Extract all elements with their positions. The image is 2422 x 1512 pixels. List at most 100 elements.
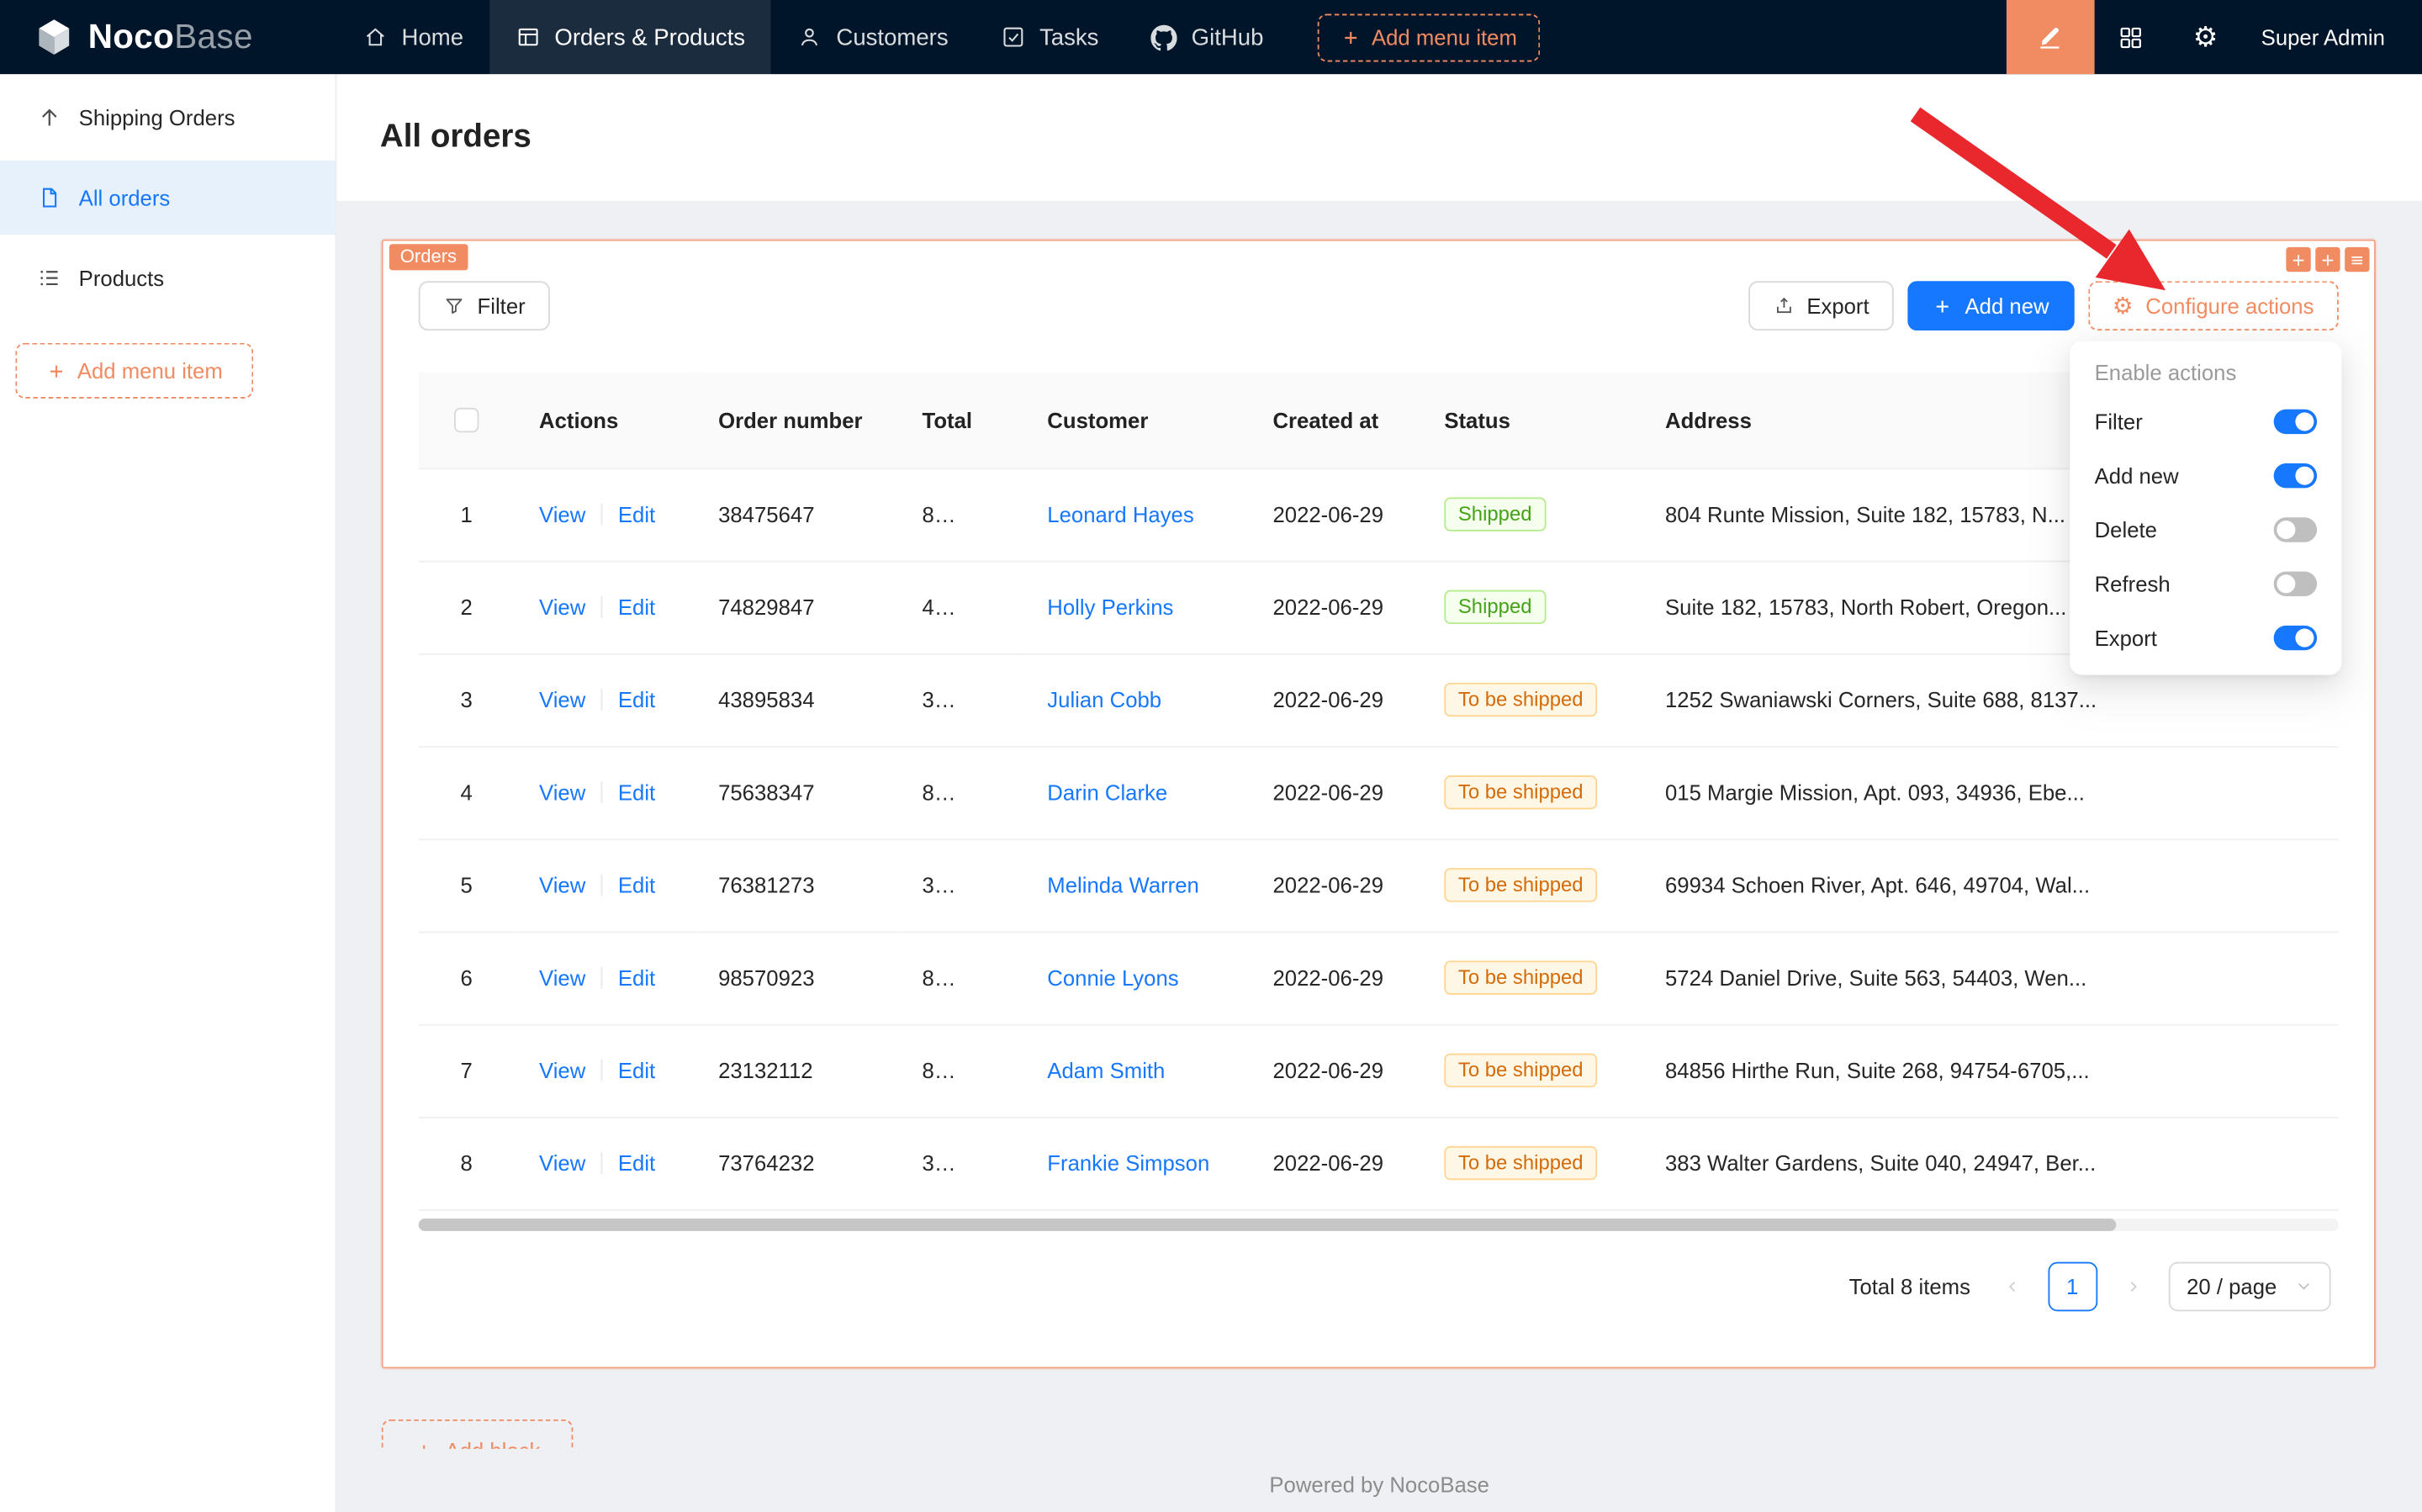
view-link[interactable]: View <box>539 873 585 897</box>
edit-link[interactable]: Edit <box>618 965 655 990</box>
customer-cell: Leonard Hayes <box>1023 468 1248 561</box>
customer-link[interactable]: Julian Cobb <box>1047 687 1161 711</box>
view-link[interactable]: View <box>539 1150 585 1175</box>
view-link[interactable]: View <box>539 687 585 711</box>
brand-logo[interactable]: NocoBase <box>0 0 336 74</box>
customer-link[interactable]: Connie Lyons <box>1047 965 1178 990</box>
select-all-checkbox[interactable] <box>454 409 479 433</box>
dropdown-item-refresh[interactable]: Refresh <box>2076 556 2336 610</box>
refresh-toggle[interactable] <box>2274 571 2317 595</box>
nav-item-label: Home <box>402 24 463 50</box>
sidebar-item-shipping-orders[interactable]: Shipping Orders <box>0 81 336 155</box>
user-menu[interactable]: Super Admin <box>2243 24 2422 49</box>
total-cell: 84.00 <box>897 932 1023 1024</box>
sidebar-item-all-orders[interactable]: All orders <box>0 161 336 235</box>
add-block-above-icon[interactable]: + <box>2286 247 2310 272</box>
view-link[interactable]: View <box>539 965 585 990</box>
customer-link[interactable]: Melinda Warren <box>1047 873 1199 897</box>
nav-item-customers[interactable]: Customers <box>771 0 975 74</box>
settings-button[interactable]: ⚙ <box>2168 0 2242 74</box>
export-toggle[interactable] <box>2274 625 2317 649</box>
plugin-blocks-button[interactable] <box>2094 0 2168 74</box>
view-link[interactable]: View <box>539 595 585 619</box>
edit-link[interactable]: Edit <box>618 780 655 805</box>
edit-link[interactable]: Edit <box>618 1150 655 1175</box>
filter-toggle[interactable] <box>2274 409 2317 433</box>
row-actions: View Edit <box>515 838 694 931</box>
row-actions: View Edit <box>515 1117 694 1209</box>
horizontal-scrollbar-thumb[interactable] <box>419 1218 2116 1230</box>
customer-link[interactable]: Leonard Hayes <box>1047 502 1193 526</box>
pagination: Total 8 items 1 20 / page <box>383 1230 2375 1311</box>
customer-link[interactable]: Adam Smith <box>1047 1058 1165 1082</box>
add-menu-item-button-navbar[interactable]: Add menu item <box>1318 13 1541 61</box>
address-cell: 5724 Daniel Drive, Suite 563, 54403, Wen… <box>1641 932 2339 1024</box>
plus-icon <box>1933 296 1953 316</box>
status-badge: To be shipped <box>1444 1146 1597 1180</box>
column-header-order-number: Order number <box>694 373 897 468</box>
total-cell: 453.00 <box>897 561 1023 653</box>
customer-link[interactable]: Holly Perkins <box>1047 595 1173 619</box>
nav-item-label: Tasks <box>1039 24 1098 50</box>
edit-link[interactable]: Edit <box>618 502 655 526</box>
page-size-select[interactable]: 20 / page <box>2168 1261 2331 1311</box>
ui-editor-button[interactable] <box>2007 0 2095 74</box>
nav-item-github[interactable]: GitHub <box>1125 0 1290 74</box>
created-at-cell: 2022-06-29 <box>1248 932 1420 1024</box>
total-cell: 85.34 <box>897 468 1023 561</box>
top-navbar: NocoBase Home Orders & Products Customer… <box>0 0 2422 74</box>
dropdown-item-export[interactable]: Export <box>2076 611 2336 664</box>
gear-icon: ⚙ <box>2193 21 2218 54</box>
page-number-button[interactable]: 1 <box>2048 1261 2097 1311</box>
action-divider <box>601 781 603 803</box>
status-cell: Shipped <box>1420 561 1641 653</box>
add-block-below-icon[interactable]: + <box>2315 247 2340 272</box>
dropdown-item-filter[interactable]: Filter <box>2076 394 2336 447</box>
order-number-cell: 43895834 <box>694 653 897 746</box>
nav-item-home[interactable]: Home <box>336 0 489 74</box>
edit-link[interactable]: Edit <box>618 1058 655 1082</box>
add-menu-item-button-sidebar[interactable]: Add menu item <box>15 343 253 399</box>
customer-link[interactable]: Darin Clarke <box>1047 780 1167 805</box>
total-cell: 321.00 <box>897 653 1023 746</box>
nav-item-orders-products[interactable]: Orders & Products <box>489 0 771 74</box>
filter-button-label: Filter <box>478 293 526 318</box>
block-designer-toolbar: + + ≡ <box>2286 247 2369 272</box>
next-page-button[interactable] <box>2111 1261 2154 1311</box>
status-badge: To be shipped <box>1444 683 1597 716</box>
edit-link[interactable]: Edit <box>618 595 655 619</box>
add-new-button[interactable]: Add new <box>1908 281 2074 330</box>
table-row: 2 ViewEdit 74829847 453.00 Holly Perkins… <box>419 561 2339 653</box>
row-actions: View Edit <box>515 1024 694 1117</box>
sidebar-item-products[interactable]: Products <box>0 241 336 315</box>
file-icon <box>37 185 61 209</box>
prev-page-button[interactable] <box>1991 1261 2033 1311</box>
status-cell: Shipped <box>1420 468 1641 561</box>
export-button[interactable]: Export <box>1748 281 1895 330</box>
edit-link[interactable]: Edit <box>618 873 655 897</box>
created-at-cell: 2022-06-29 <box>1248 561 1420 653</box>
address-cell: 015 Margie Mission, Apt. 093, 34936, Ebe… <box>1641 746 2339 838</box>
add-new-toggle[interactable] <box>2274 463 2317 487</box>
footer-text: Powered by NocoBase <box>336 1472 2422 1496</box>
view-link[interactable]: View <box>539 780 585 805</box>
brand-name-light: Base <box>174 17 253 56</box>
dropdown-item-add-new[interactable]: Add new <box>2076 448 2336 502</box>
column-header-actions: Actions <box>515 373 694 468</box>
block-menu-icon[interactable]: ≡ <box>2345 247 2369 272</box>
view-link[interactable]: View <box>539 1058 585 1082</box>
block-designer-tag: Orders <box>389 244 468 270</box>
edit-link[interactable]: Edit <box>618 687 655 711</box>
configure-actions-button[interactable]: ⚙ Configure actions <box>2088 281 2339 330</box>
column-header-status: Status <box>1420 373 1641 468</box>
delete-toggle[interactable] <box>2274 516 2317 541</box>
view-link[interactable]: View <box>539 502 585 526</box>
filter-button[interactable]: Filter <box>419 281 550 330</box>
customer-link[interactable]: Frankie Simpson <box>1047 1150 1209 1175</box>
created-at-cell: 2022-06-29 <box>1248 838 1420 931</box>
row-index: 3 <box>419 653 515 746</box>
dropdown-item-delete[interactable]: Delete <box>2076 502 2336 556</box>
total-cell: 33.00 <box>897 1117 1023 1209</box>
nav-item-tasks[interactable]: Tasks <box>975 0 1125 74</box>
add-block-button[interactable]: Add block <box>382 1419 574 1449</box>
